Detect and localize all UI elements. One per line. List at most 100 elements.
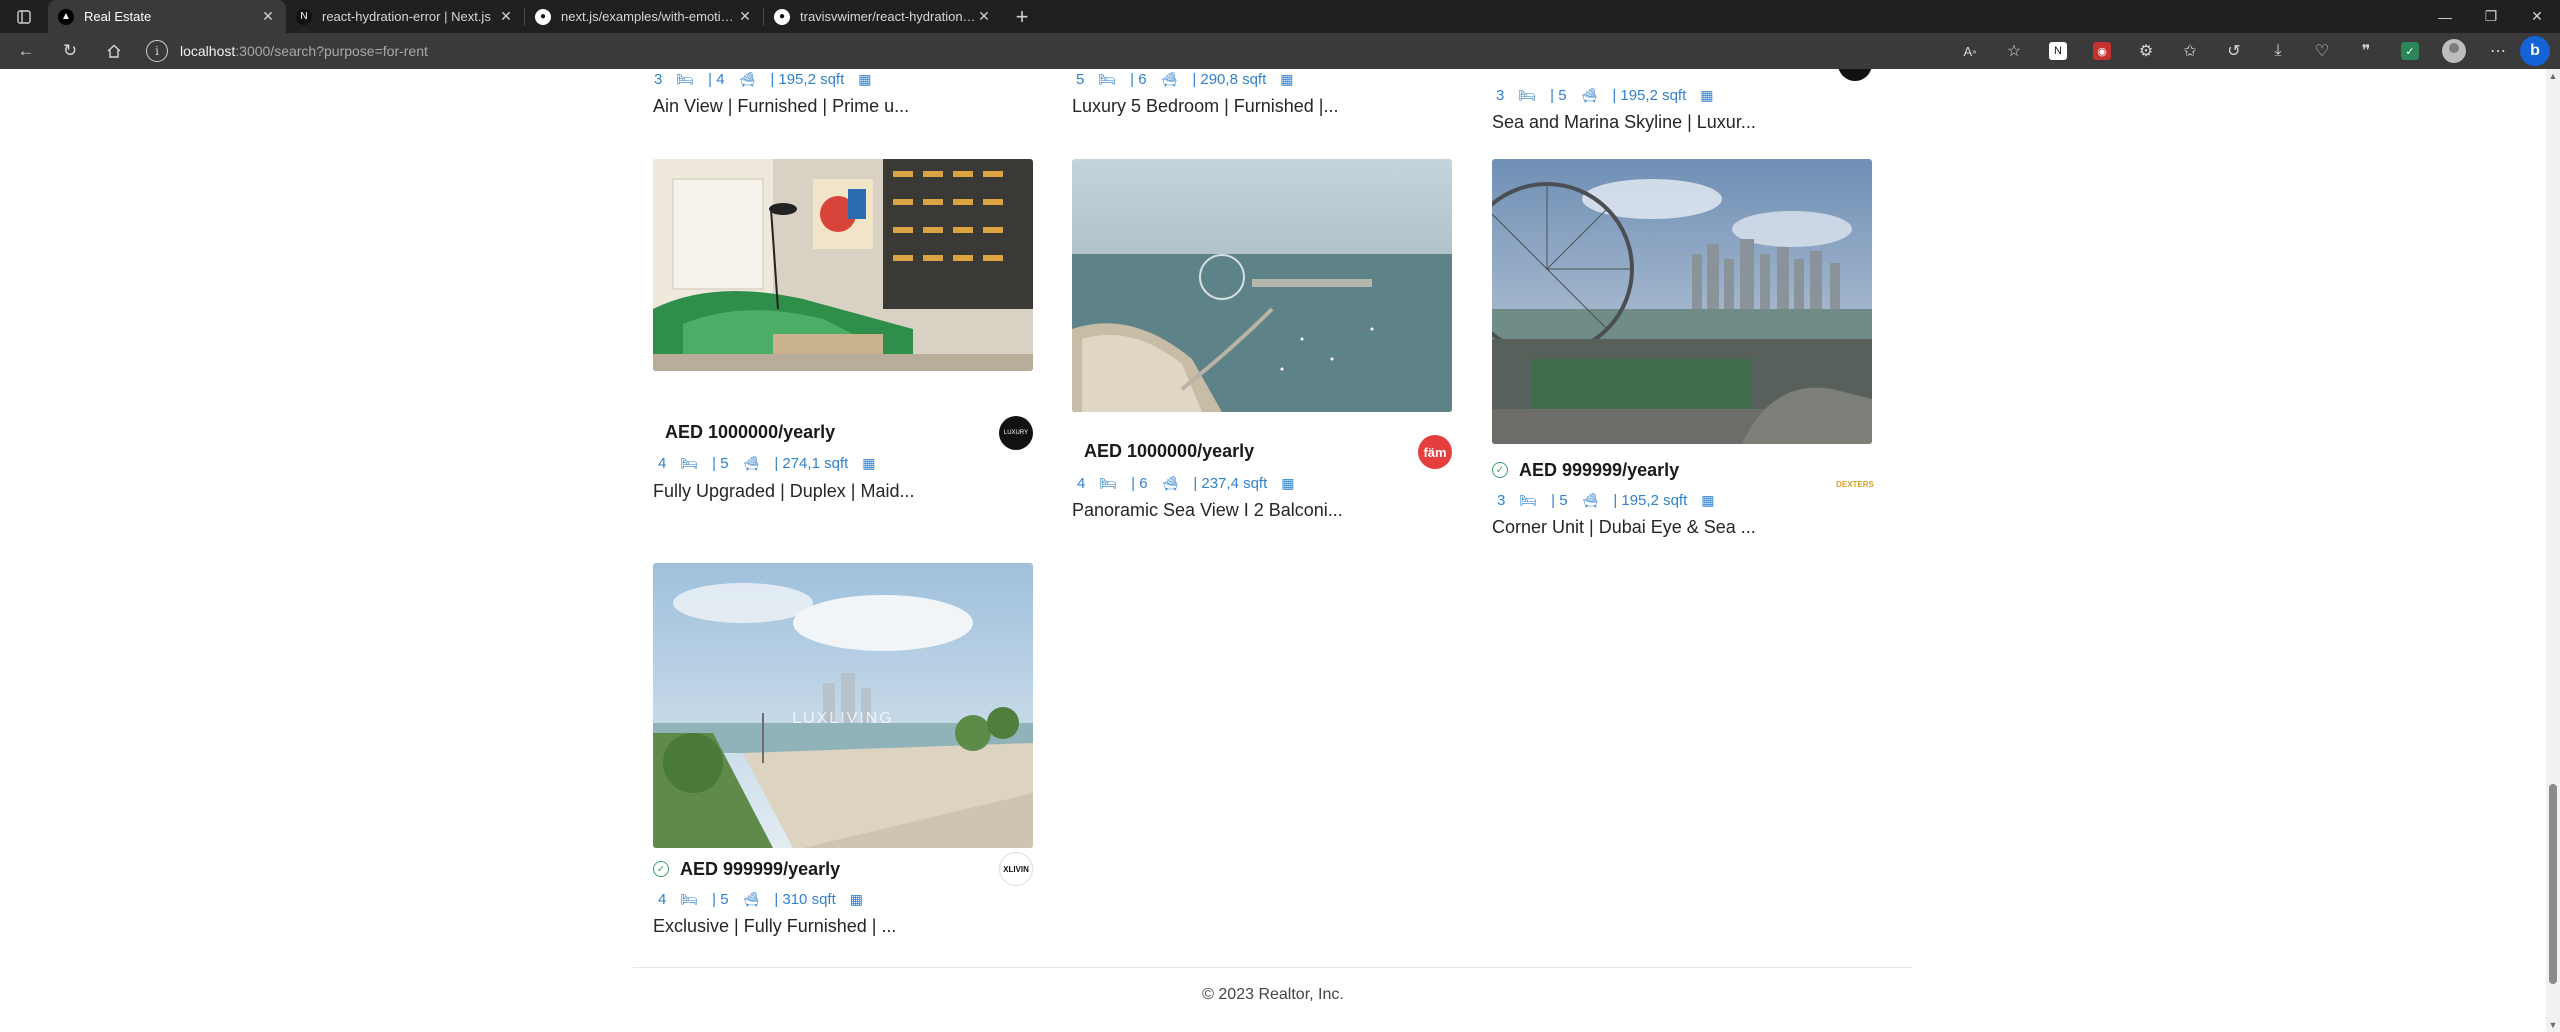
tab-hydration-error[interactable]: N react-hydration-error | Next.js ✕ bbox=[286, 0, 524, 33]
close-tab-icon[interactable]: ✕ bbox=[498, 8, 514, 25]
extension-red-icon[interactable]: ◉ bbox=[2080, 33, 2124, 69]
verified-check-icon: ✓ bbox=[1492, 462, 1508, 478]
tab-with-emotion[interactable]: ● next.js/examples/with-emotion a... ✕ bbox=[525, 0, 763, 33]
price-row: AED 1000000/yearly bbox=[653, 417, 1033, 447]
site-info-icon[interactable]: i bbox=[146, 40, 168, 62]
url-path: :3000/search?purpose=for-rent bbox=[235, 43, 428, 59]
url-host: localhost bbox=[180, 43, 236, 59]
listing-meta: 4 🛏︎ | 6 🛁︎ | 237,4 sqft ▦ bbox=[1077, 473, 1309, 493]
area-value: | 310 sqft bbox=[774, 890, 836, 908]
grid-icon: ▦ bbox=[862, 454, 876, 471]
profile-avatar-icon[interactable] bbox=[2432, 33, 2476, 69]
grid-icon: ▦ bbox=[1701, 491, 1715, 508]
listing-photo[interactable]: LUXLIVING bbox=[653, 563, 1033, 848]
rooms-count: 3 bbox=[1497, 491, 1506, 509]
listing-meta: 3 🛏︎ | 5 🛁︎ | 195,2 sqft ▦ bbox=[1497, 490, 1729, 510]
history-icon[interactable]: ↺ bbox=[2212, 33, 2256, 69]
minimize-icon[interactable]: — bbox=[2422, 0, 2468, 33]
scrollbar-thumb[interactable] bbox=[2549, 784, 2557, 984]
grid-icon: ▦ bbox=[1281, 474, 1295, 491]
listing-title[interactable]: Ain View | Furnished | Prime u... bbox=[653, 96, 909, 117]
extension-n-icon[interactable]: N bbox=[2036, 33, 2080, 69]
favorites-icon[interactable]: ✩ bbox=[2168, 33, 2212, 69]
back-icon[interactable]: ← bbox=[4, 33, 48, 69]
listing-price: AED 1000000/yearly bbox=[665, 421, 836, 442]
listing-photo[interactable] bbox=[653, 159, 1033, 371]
listing-title[interactable]: Corner Unit | Dubai Eye & Sea ... bbox=[1492, 517, 1756, 538]
github-favicon-icon: ● bbox=[535, 8, 551, 25]
extensions-icon[interactable]: ⚙ bbox=[2124, 33, 2168, 69]
tab-actions-icon[interactable] bbox=[0, 0, 48, 33]
listing-title[interactable]: Exclusive | Fully Furnished | ... bbox=[653, 916, 896, 937]
listing-title[interactable]: Fully Upgraded | Duplex | Maid... bbox=[653, 481, 914, 502]
price-row: ✓ AED 999999/yearly bbox=[653, 854, 1033, 884]
browser-tab-bar: ▲ Real Estate ✕ N react-hydration-error … bbox=[0, 0, 2560, 33]
scroll-up-icon[interactable]: ▲ bbox=[2548, 71, 2558, 81]
bed-icon: 🛏︎ bbox=[680, 454, 699, 471]
downloads-icon[interactable]: ⤓ bbox=[2256, 33, 2300, 69]
refresh-icon[interactable]: ↻ bbox=[48, 33, 92, 69]
listing-price: AED 999999/yearly bbox=[1519, 459, 1680, 480]
page-scrollbar[interactable]: ▲ ▼ bbox=[2546, 69, 2560, 1032]
bed-icon: 🛏︎ bbox=[1519, 491, 1538, 508]
listing-title[interactable]: Sea and Marina Skyline | Luxur... bbox=[1492, 112, 1756, 133]
listing-meta: 5 🛏︎ | 6 🛁︎ | 290,8 sqft ▦ bbox=[1076, 69, 1308, 89]
new-tab-button[interactable]: + bbox=[1002, 0, 1042, 33]
bath-icon: 🛁︎ bbox=[1580, 86, 1599, 103]
read-aloud-icon[interactable]: A» bbox=[1948, 33, 1992, 69]
grid-icon: ▦ bbox=[849, 890, 863, 907]
tab-title: travisvwimer/react-hydration-pro... bbox=[800, 9, 976, 24]
footer-divider bbox=[633, 967, 1913, 968]
browser-toolbar: ← ↻ i localhost:3000/search?purpose=for-… bbox=[0, 33, 2560, 69]
bing-copilot-icon[interactable]: b bbox=[2520, 36, 2550, 66]
listing-meta: 4 🛏︎ | 5 🛁︎ | 274,1 sqft ▦ bbox=[658, 453, 890, 473]
bed-icon: 🛏︎ bbox=[1518, 86, 1537, 103]
tab-title: Real Estate bbox=[84, 9, 152, 24]
listing-title[interactable]: Luxury 5 Bedroom | Furnished |... bbox=[1072, 96, 1338, 117]
listing-photo[interactable] bbox=[1072, 159, 1452, 412]
home-icon[interactable] bbox=[92, 33, 136, 69]
favorite-star-icon[interactable]: ☆ bbox=[1992, 33, 2036, 69]
scroll-down-icon[interactable]: ▼ bbox=[2548, 1020, 2558, 1030]
photo-watermark: LUXLIVING bbox=[792, 710, 894, 727]
close-tab-icon[interactable]: ✕ bbox=[976, 8, 992, 25]
tab-react-hydration-pro[interactable]: ● travisvwimer/react-hydration-pro... ✕ bbox=[764, 0, 1002, 33]
baths-count: | 6 bbox=[1130, 70, 1147, 88]
footer-copyright: © 2023 Realtor, Inc. bbox=[1202, 986, 1344, 1003]
baths-count: | 4 bbox=[708, 70, 725, 88]
bath-icon: 🛁︎ bbox=[1581, 491, 1600, 508]
close-tab-icon[interactable]: ✕ bbox=[737, 8, 753, 25]
rooms-count: 3 bbox=[1496, 86, 1505, 104]
tab-title: react-hydration-error | Next.js bbox=[322, 9, 491, 24]
tab-title: next.js/examples/with-emotion a... bbox=[561, 9, 737, 24]
baths-count: | 5 bbox=[712, 890, 729, 908]
agency-logo bbox=[1838, 69, 1872, 81]
listing-title[interactable]: Panoramic Sea View I 2 Balconi... bbox=[1072, 500, 1343, 521]
rooms-count: 4 bbox=[1077, 474, 1086, 492]
search-results-page: 3 🛏︎ | 4 🛁︎ | 195,2 sqft ▦ Ain View | Fu… bbox=[0, 69, 2546, 1032]
listing-price: AED 1000000/yearly bbox=[1084, 440, 1255, 461]
window-controls: — ❐ ✕ bbox=[2422, 0, 2560, 33]
close-window-icon[interactable]: ✕ bbox=[2514, 0, 2560, 33]
listing-photo[interactable] bbox=[1492, 159, 1872, 444]
area-value: | 195,2 sqft bbox=[1613, 491, 1688, 509]
area-value: | 274,1 sqft bbox=[774, 454, 849, 472]
bath-icon: 🛁︎ bbox=[1161, 474, 1180, 491]
more-menu-icon[interactable]: ⋯ bbox=[2476, 33, 2520, 69]
bath-icon: 🛁︎ bbox=[742, 454, 761, 471]
restore-icon[interactable]: ❐ bbox=[2468, 0, 2514, 33]
baths-count: | 5 bbox=[1551, 491, 1568, 509]
close-tab-icon[interactable]: ✕ bbox=[260, 8, 276, 25]
quote-icon[interactable]: ❞ bbox=[2344, 33, 2388, 69]
github-favicon-icon: ● bbox=[774, 8, 790, 25]
grid-icon: ▦ bbox=[1700, 86, 1714, 103]
bed-icon: 🛏︎ bbox=[680, 890, 699, 907]
browser-essentials-icon[interactable]: ✓ bbox=[2388, 33, 2432, 69]
bath-icon: 🛁︎ bbox=[1160, 70, 1179, 87]
performance-icon[interactable]: ♡ bbox=[2300, 33, 2344, 69]
listing-price: AED 999999/yearly bbox=[680, 858, 841, 879]
area-value: | 195,2 sqft bbox=[1612, 86, 1687, 104]
tab-real-estate[interactable]: ▲ Real Estate ✕ bbox=[48, 0, 286, 33]
verified-check-icon: ✓ bbox=[653, 861, 669, 877]
address-bar[interactable]: i localhost:3000/search?purpose=for-rent bbox=[146, 37, 1946, 65]
